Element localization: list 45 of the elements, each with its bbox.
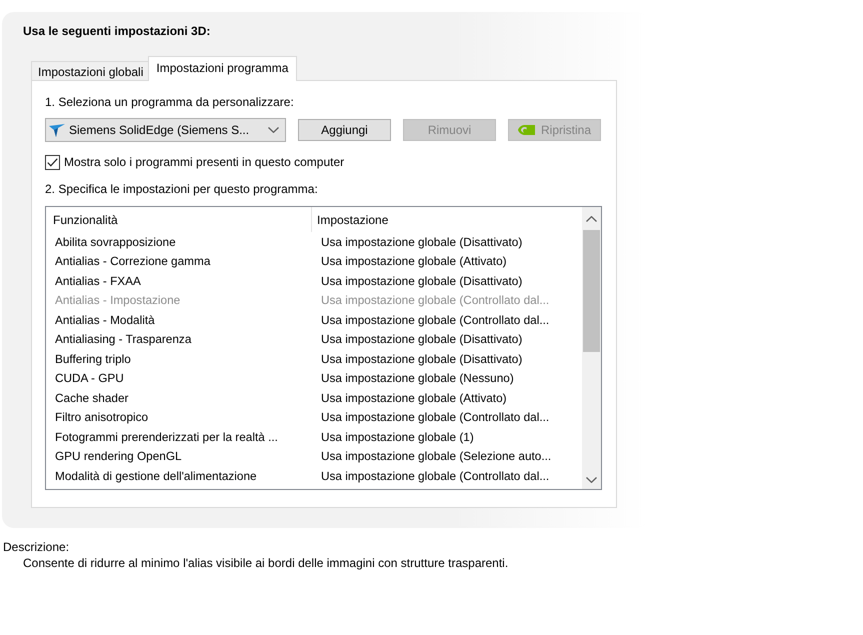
scrollbar[interactable]	[582, 207, 601, 489]
feature-cell-text: Antialiasing - Trasparenza	[54, 331, 192, 348]
section-title: Usa le seguenti impostazioni 3D:	[23, 23, 210, 39]
program-logo-icon	[49, 124, 65, 136]
setting-cell[interactable]: Usa impostazione globale (Controllato dal...	[312, 408, 582, 427]
step-label: 2. Specifica le impostazioni per questo programma:	[45, 181, 318, 197]
feature-cell-text: Filtro anisotropico	[54, 409, 150, 426]
tab[interactable]: Impostazioni programma	[148, 56, 298, 81]
feature-cell-text: Abilita sovrapposizione	[54, 234, 177, 251]
setting-cell[interactable]: Usa impostazione globale (Controllato dal...	[312, 466, 582, 486]
program-dropdown[interactable]: Siemens SolidEdge (Siemens S...	[45, 118, 286, 142]
scroll-up-icon	[586, 216, 597, 222]
feature-cell-text: Cache shader	[54, 390, 130, 407]
feature-cell-text: Antialias - FXAA	[54, 272, 142, 290]
setting-cell[interactable]: Usa impostazione globale (Disattivato)	[312, 330, 582, 349]
setting-cell[interactable]: Usa impostazione globale (Disattivato)	[312, 232, 582, 252]
checkbox-label[interactable]: Mostra solo i programmi presenti in questo computer	[64, 154, 344, 170]
setting-cell[interactable]: Usa impostazione globale (Disattivato)	[312, 271, 582, 290]
feature-cell-text: Antialias - Correzione gamma	[54, 253, 212, 270]
setting-cell[interactable]: Usa impostazione globale (1)	[312, 427, 582, 446]
scrollbar-thumb[interactable]	[583, 230, 600, 352]
action-button[interactable]: Aggiungi	[298, 119, 391, 141]
feature-cell-text: CUDA - GPU	[54, 370, 125, 388]
feature-cell-text: Fotogrammi prerenderizzati per la realtà ...	[54, 428, 279, 446]
setting-cell[interactable]: Usa impostazione globale (Selezione auto...	[312, 446, 582, 466]
feature-cell-text: GPU rendering OpenGL	[54, 448, 183, 466]
feature-cell-text: Buffering triplo	[54, 350, 132, 368]
setting-cell[interactable]: Usa impostazione globale (Controllato dal...	[312, 310, 582, 330]
description-label: Descrizione:	[3, 539, 70, 555]
feature-cell-text: Modalità di gestione dell'alimentazione	[54, 468, 258, 485]
chevron-down-icon	[268, 127, 279, 133]
setting-cell[interactable]: Usa impostazione globale (Nessuno)	[312, 368, 582, 388]
setting-cell[interactable]: Usa impostazione globale (Attivato)	[312, 252, 582, 271]
feature-cell-text: Antialias - Impostazione	[54, 292, 182, 310]
description-text: Consente di ridurre al minimo l'alias visibile ai bordi delle immagini con strutture trasparenti.	[23, 555, 508, 571]
step-label: 1. Seleziona un programma da personalizzare:	[45, 94, 294, 110]
scroll-down-icon	[586, 476, 597, 482]
column-header[interactable]: Funzionalità	[46, 207, 312, 232]
setting-cell[interactable]: Usa impostazione globale (Attivato)	[312, 388, 582, 408]
tab[interactable]: Impostazioni globali	[31, 61, 150, 81]
feature-cell-text: Antialias - Modalità	[54, 312, 156, 329]
checkbox[interactable]	[45, 154, 60, 170]
setting-cell[interactable]: Usa impostazione globale (Disattivato)	[312, 349, 582, 368]
logo-icon	[518, 124, 535, 136]
column-header[interactable]: Impostazione	[312, 207, 582, 232]
